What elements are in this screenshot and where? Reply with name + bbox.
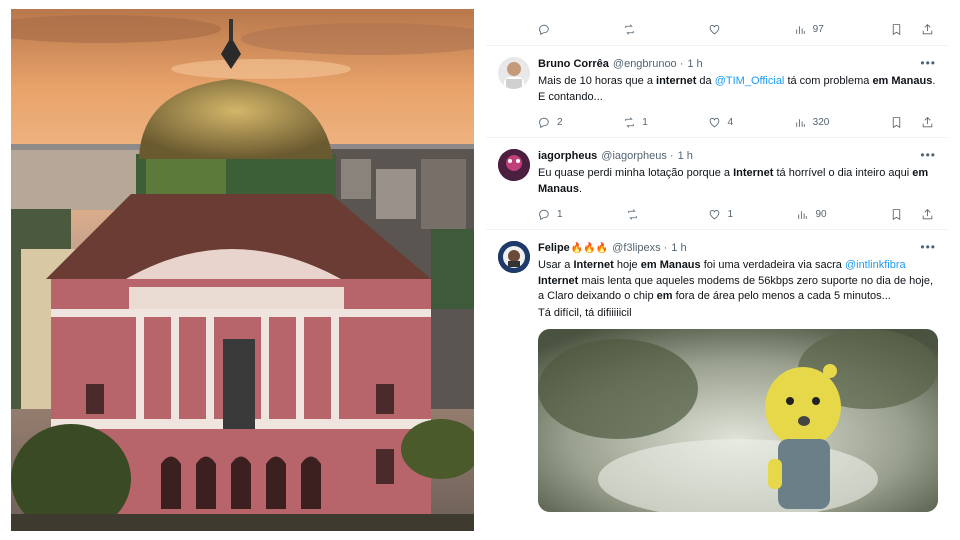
timestamp[interactable]: 1 h bbox=[678, 150, 693, 162]
timestamp[interactable]: 1 h bbox=[687, 58, 702, 70]
text-segment: foi uma verdadeira via sacra bbox=[700, 259, 845, 271]
views-button[interactable]: 97 bbox=[794, 23, 824, 36]
tweet-2[interactable]: ••• iagorpheus @iagorpheus · 1 h Eu quas… bbox=[486, 138, 948, 230]
avatar[interactable] bbox=[498, 149, 530, 181]
text-segment: tá com problema bbox=[784, 75, 873, 87]
theatre-photo bbox=[11, 9, 474, 531]
highlighted-term: Internet bbox=[733, 167, 774, 179]
highlighted-term: em bbox=[656, 290, 673, 302]
bookmark-share-group bbox=[890, 208, 934, 221]
retweet-icon bbox=[625, 23, 634, 35]
bookmark-icon[interactable] bbox=[890, 208, 903, 221]
views-button[interactable]: 320 bbox=[794, 116, 829, 129]
share-icon[interactable] bbox=[921, 208, 934, 221]
text-segment: . bbox=[578, 182, 583, 195]
like-icon bbox=[710, 209, 720, 219]
more-icon[interactable]: ••• bbox=[920, 148, 936, 162]
text-segment: fora de área pelo menos a cada 5 minutos… bbox=[672, 290, 891, 302]
highlighted-term: internet bbox=[656, 75, 697, 87]
bookmark-icon[interactable] bbox=[890, 116, 903, 129]
views-icon bbox=[795, 25, 805, 34]
text-segment: da bbox=[696, 75, 715, 87]
display-name[interactable]: Felipe🔥🔥🔥 bbox=[538, 242, 608, 254]
retweet-icon bbox=[628, 208, 637, 220]
avatar[interactable] bbox=[498, 57, 530, 89]
tweet-actions: 2 1 4 320 bbox=[538, 109, 936, 135]
tweet-header: Bruno Corrêa @engbrunoo · 1 h bbox=[538, 56, 936, 72]
more-icon[interactable]: ••• bbox=[920, 56, 936, 70]
building-photo bbox=[11, 9, 474, 531]
bookmark-share-group bbox=[890, 116, 934, 129]
fire-emoji: 🔥🔥🔥 bbox=[570, 243, 609, 254]
tweet-actions: 1 1 90 bbox=[538, 201, 936, 227]
retweet-button[interactable] bbox=[626, 208, 645, 221]
text-segment: Eu quase perdi minha lotação porque a bbox=[538, 167, 734, 179]
tweet-actions: 97 bbox=[538, 16, 934, 42]
more-icon[interactable]: ••• bbox=[920, 240, 936, 254]
highlighted-term: Internet bbox=[538, 274, 579, 287]
text-segment: tá horrível o dia inteiro aqui bbox=[773, 167, 913, 179]
retweet-button[interactable]: 1 bbox=[623, 116, 648, 129]
separator-dot: · bbox=[669, 150, 674, 162]
views-icon bbox=[798, 210, 808, 219]
reply-button[interactable]: 1 bbox=[538, 208, 563, 221]
like-icon bbox=[710, 24, 720, 34]
tweet-text: Eu quase perdi minha lotação porque a In… bbox=[538, 166, 936, 197]
tweet-partial: 97 bbox=[486, 0, 948, 46]
tweet-1[interactable]: ••• Bruno Corrêa @engbrunoo · 1 h Mais d… bbox=[486, 46, 948, 138]
tweet-text-line2: Tá difícil, tá difiiiiicil bbox=[538, 306, 632, 319]
handle[interactable]: @f3lipexs bbox=[612, 242, 660, 254]
reply-icon bbox=[539, 209, 549, 220]
text-segment: hoje bbox=[613, 259, 641, 271]
screenshot-root: 97 ••• Bruno Corrêa @engbrunoo · 1 h Mai… bbox=[0, 0, 960, 540]
like-button[interactable]: 1 bbox=[708, 208, 733, 221]
tweet-3[interactable]: ••• Felipe🔥🔥🔥 @f3lipexs · 1 h Usar a Int… bbox=[486, 230, 948, 540]
share-icon[interactable] bbox=[921, 116, 934, 129]
tweet-feed[interactable]: 97 ••• Bruno Corrêa @engbrunoo · 1 h Mai… bbox=[486, 0, 948, 540]
text-segment: Mais de 10 horas que a bbox=[538, 75, 657, 87]
highlighted-term: Internet bbox=[573, 259, 614, 271]
bookmark-share-group bbox=[890, 23, 934, 36]
reply-icon bbox=[539, 117, 549, 128]
tweet-header: iagorpheus @iagorpheus · 1 h bbox=[538, 148, 936, 164]
tweet-media-gif[interactable] bbox=[538, 329, 938, 512]
handle[interactable]: @iagorpheus bbox=[601, 150, 667, 162]
separator-dot: · bbox=[663, 242, 668, 254]
reply-button[interactable]: 2 bbox=[538, 116, 563, 129]
retweet-icon bbox=[625, 116, 634, 128]
mention-link[interactable]: @TIM_Official bbox=[715, 75, 785, 87]
display-name[interactable]: Bruno Corrêa bbox=[538, 58, 609, 70]
reply-button[interactable] bbox=[538, 23, 557, 36]
display-name[interactable]: iagorpheus bbox=[538, 150, 597, 162]
avatar[interactable] bbox=[498, 241, 530, 273]
like-button[interactable]: 4 bbox=[708, 116, 733, 129]
text-segment: Usar a bbox=[538, 259, 574, 271]
share-icon[interactable] bbox=[921, 23, 934, 36]
like-icon bbox=[710, 117, 720, 127]
views-icon bbox=[795, 118, 805, 127]
tweet-text: Mais de 10 horas que a internet da @TIM_… bbox=[538, 74, 936, 105]
separator-dot: · bbox=[679, 58, 684, 70]
timestamp[interactable]: 1 h bbox=[671, 242, 686, 254]
reply-icon bbox=[539, 24, 549, 35]
tweet-header: Felipe🔥🔥🔥 @f3lipexs · 1 h bbox=[538, 240, 936, 256]
highlighted-term: em Manaus bbox=[640, 259, 701, 271]
views-button[interactable]: 90 bbox=[796, 208, 827, 221]
like-button[interactable] bbox=[708, 23, 727, 36]
bookmark-icon[interactable] bbox=[890, 23, 903, 36]
retweet-button[interactable] bbox=[623, 23, 642, 36]
mention-link[interactable]: @intlinkfibra bbox=[845, 259, 906, 271]
highlighted-term: em Manaus bbox=[872, 75, 933, 87]
tweet-text: Usar a Internet hoje em Manaus foi uma v… bbox=[538, 258, 936, 305]
handle[interactable]: @engbrunoo bbox=[613, 58, 677, 70]
